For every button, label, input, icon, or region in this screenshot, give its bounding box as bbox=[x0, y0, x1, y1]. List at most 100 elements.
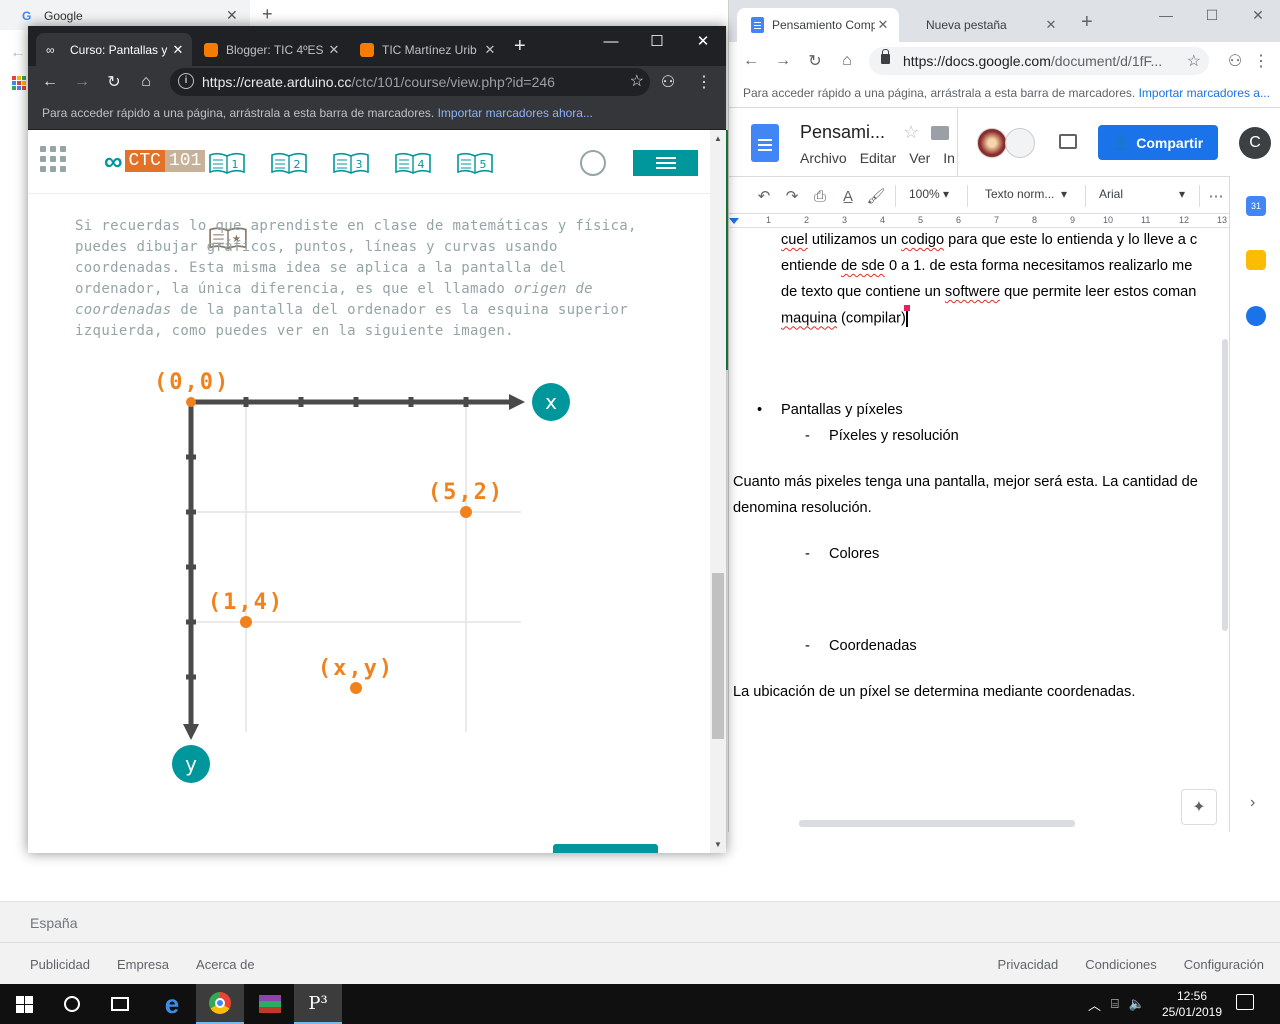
footer-link-configuracion[interactable]: Configuración bbox=[1184, 957, 1264, 972]
footer-link-privacidad[interactable]: Privacidad bbox=[998, 957, 1059, 972]
star-icon[interactable]: ☆ bbox=[903, 122, 919, 143]
search-circle-icon[interactable] bbox=[48, 984, 96, 1024]
maximize-icon[interactable]: ☐ bbox=[634, 26, 680, 56]
user-profile-icon[interactable] bbox=[580, 150, 606, 176]
docs-logo-icon[interactable] bbox=[751, 124, 779, 162]
menu-insertar[interactable]: In bbox=[943, 150, 955, 166]
footer-link-publicidad[interactable]: Publicidad bbox=[30, 957, 90, 972]
book-1-icon[interactable]: 1 bbox=[208, 152, 246, 174]
back-arrow-icon[interactable]: ← bbox=[739, 49, 763, 73]
document-body[interactable]: cuel utilizamos un codigo para que este … bbox=[729, 229, 1219, 819]
incognito-icon[interactable]: ⚇ bbox=[1223, 49, 1247, 73]
clock[interactable]: 12:56 25/01/2019 bbox=[1160, 988, 1224, 1020]
task-view-icon[interactable] bbox=[96, 984, 144, 1024]
back-arrow-icon[interactable]: ← bbox=[10, 44, 26, 62]
redo-icon[interactable]: ↷ bbox=[781, 185, 803, 207]
menu-editar[interactable]: Editar bbox=[860, 150, 897, 166]
indent-marker-icon[interactable] bbox=[729, 218, 739, 224]
horizontal-scrollbar[interactable] bbox=[799, 820, 1075, 827]
close-icon[interactable]: ✕ bbox=[1043, 17, 1059, 33]
tab-docs[interactable]: Pensamiento Comp ✕ bbox=[737, 8, 899, 42]
book-2-icon[interactable]: 2 bbox=[270, 152, 308, 174]
import-bookmarks-link[interactable]: Importar marcadores ahora... bbox=[438, 106, 593, 120]
address-bar[interactable]: i https://create.arduino.cc/ctc/101/cour… bbox=[170, 68, 650, 96]
close-icon[interactable]: ✕ bbox=[482, 42, 498, 58]
more-options-icon[interactable]: ⋯ bbox=[1205, 185, 1227, 207]
new-tab-icon[interactable]: + bbox=[1081, 11, 1093, 34]
spellcheck-icon[interactable]: A̲ bbox=[837, 185, 859, 207]
menu-archivo[interactable]: Archivo bbox=[800, 150, 847, 166]
app-p3-icon[interactable]: P³ bbox=[294, 984, 342, 1024]
print-icon[interactable]: ⎙ bbox=[809, 185, 831, 207]
chevron-right-icon[interactable]: › bbox=[1250, 794, 1255, 812]
zoom-select[interactable]: 100% ▾ bbox=[909, 187, 949, 201]
close-window-icon[interactable]: ✕ bbox=[1235, 0, 1280, 30]
font-select[interactable]: Arial ▾ bbox=[1099, 187, 1189, 201]
explore-icon[interactable]: ✦ bbox=[1181, 789, 1217, 825]
ruler[interactable]: 1 2 3 4 5 6 7 8 9 10 11 12 13 bbox=[729, 214, 1229, 228]
tab-blogger[interactable]: Blogger: TIC 4ºES ✕ bbox=[194, 33, 348, 66]
page-scrollbar[interactable]: ▲ ▼ bbox=[710, 130, 726, 853]
book-5-icon[interactable]: 5 bbox=[456, 152, 494, 174]
document-title[interactable]: Pensami... bbox=[800, 122, 885, 143]
paint-format-icon[interactable]: 🖌 bbox=[865, 185, 887, 207]
home-icon[interactable]: ⌂ bbox=[134, 70, 158, 94]
import-bookmarks-link[interactable]: Importar marcadores a... bbox=[1139, 86, 1270, 100]
share-button[interactable]: 👤 Compartir bbox=[1098, 125, 1218, 160]
tasks-icon[interactable] bbox=[1246, 306, 1266, 326]
footer-link-condiciones[interactable]: Condiciones bbox=[1085, 957, 1157, 972]
bookmark-star-icon[interactable]: ☆ bbox=[630, 71, 644, 91]
close-window-icon[interactable]: ✕ bbox=[680, 26, 726, 56]
back-arrow-icon[interactable]: ← bbox=[38, 70, 62, 94]
address-bar[interactable]: https://docs.google.com/document/d/1fF..… bbox=[869, 47, 1209, 75]
close-icon[interactable]: ✕ bbox=[326, 42, 342, 58]
minimize-icon[interactable]: — bbox=[1143, 0, 1189, 30]
new-tab-icon[interactable]: + bbox=[514, 35, 526, 58]
volume-icon[interactable]: 🔈 bbox=[1129, 996, 1145, 1012]
apps-grid-icon[interactable] bbox=[40, 146, 66, 172]
chevron-up-icon[interactable]: ︿ bbox=[1088, 995, 1101, 1014]
account-avatar[interactable]: C bbox=[1239, 127, 1271, 159]
more-menu-icon[interactable]: ⋮ bbox=[692, 70, 716, 94]
scroll-down-icon[interactable]: ▼ bbox=[714, 840, 722, 849]
network-icon[interactable]: ⌸ bbox=[1111, 996, 1119, 1012]
next-button[interactable] bbox=[553, 844, 658, 853]
hamburger-menu-button[interactable] bbox=[633, 150, 698, 176]
close-icon[interactable]: ✕ bbox=[226, 7, 238, 24]
comment-icon[interactable] bbox=[1059, 134, 1077, 149]
scroll-up-icon[interactable]: ▲ bbox=[714, 134, 722, 143]
incognito-icon[interactable]: ⚇ bbox=[656, 70, 680, 94]
undo-icon[interactable]: ↶ bbox=[753, 185, 775, 207]
anonymous-avatar[interactable] bbox=[1005, 128, 1035, 158]
edge-icon[interactable]: e bbox=[148, 984, 196, 1024]
winrar-icon[interactable] bbox=[246, 984, 294, 1024]
footer-link-empresa[interactable]: Empresa bbox=[117, 957, 169, 972]
document-scrollbar[interactable] bbox=[1222, 229, 1229, 819]
apps-icon[interactable] bbox=[12, 76, 26, 90]
collaborator-avatar[interactable] bbox=[977, 128, 1007, 158]
scrollbar-thumb[interactable] bbox=[712, 573, 724, 739]
reload-icon[interactable]: ↻ bbox=[102, 70, 126, 94]
info-icon[interactable]: i bbox=[178, 73, 194, 89]
minimize-icon[interactable]: — bbox=[588, 26, 634, 56]
book-3-icon[interactable]: 3 bbox=[332, 152, 370, 174]
reload-icon[interactable]: ↻ bbox=[803, 49, 827, 73]
more-menu-icon[interactable]: ⋮ bbox=[1249, 49, 1273, 73]
notifications-icon[interactable] bbox=[1236, 994, 1254, 1010]
footer-link-acerca[interactable]: Acerca de bbox=[196, 957, 255, 972]
close-icon[interactable]: ✕ bbox=[170, 42, 186, 58]
maximize-icon[interactable]: ☐ bbox=[1189, 0, 1235, 30]
forward-arrow-icon[interactable]: → bbox=[771, 49, 795, 73]
style-select[interactable]: Texto norm... ▾ bbox=[985, 187, 1067, 201]
folder-icon[interactable] bbox=[931, 126, 949, 140]
book-4-icon[interactable]: 4 bbox=[394, 152, 432, 174]
menu-ver[interactable]: Ver bbox=[909, 150, 930, 166]
scrollbar-thumb[interactable] bbox=[1222, 339, 1228, 631]
ctc-logo[interactable]: ∞ CTC 101 bbox=[104, 146, 206, 176]
forward-arrow-icon[interactable]: → bbox=[70, 70, 94, 94]
home-icon[interactable]: ⌂ bbox=[835, 49, 859, 73]
new-tab-icon[interactable]: + bbox=[262, 4, 273, 25]
keep-icon[interactable] bbox=[1246, 250, 1266, 270]
chrome-icon[interactable] bbox=[196, 984, 244, 1024]
tab-new[interactable]: Nueva pestaña ✕ bbox=[901, 8, 1067, 42]
